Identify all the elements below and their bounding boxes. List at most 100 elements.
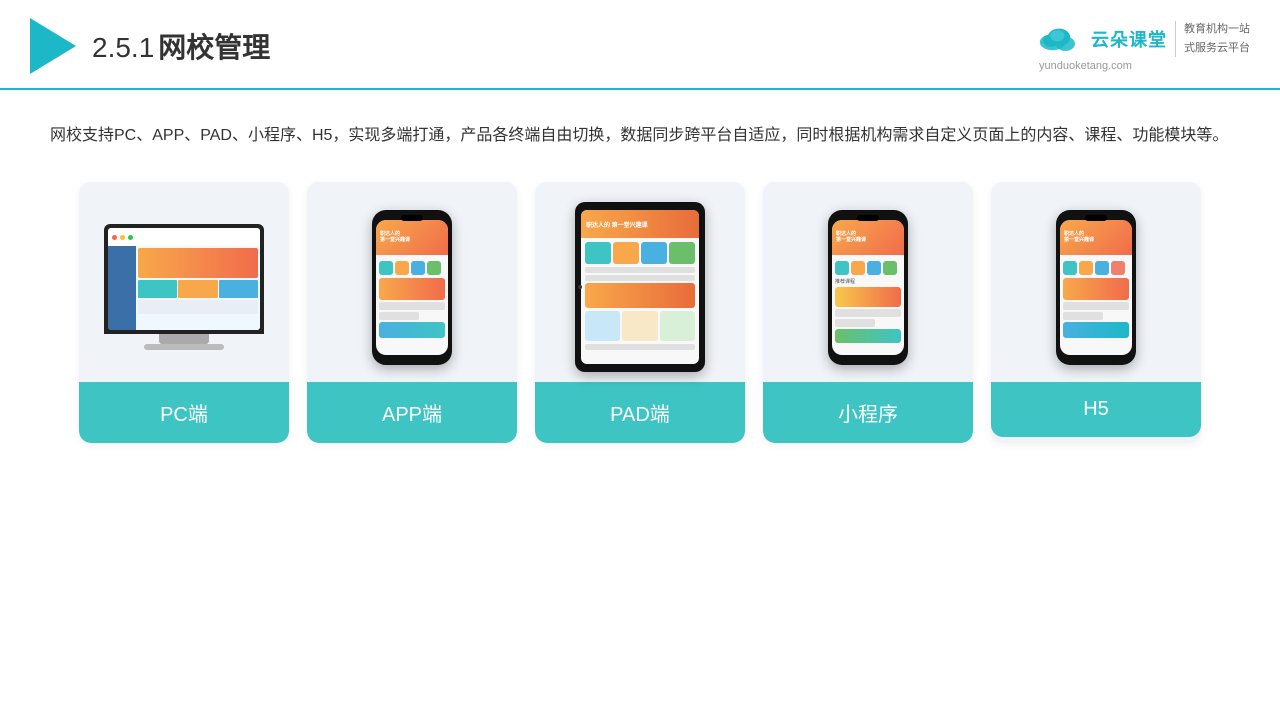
tablet-card-2 — [613, 242, 639, 264]
h5-banner — [1063, 278, 1129, 300]
brand-url: yunduoketang.com — [1035, 60, 1132, 72]
brand-row: 云朵课堂 教育机构一站 式服务云平台 — [1035, 20, 1250, 57]
tablet-mockup: 职达人的 第一堂兴趣课 — [575, 202, 705, 372]
tablet-row-2 — [585, 275, 695, 281]
monitor-screen — [108, 228, 260, 330]
monitor-body — [108, 246, 260, 330]
phone-screen-h5: 职达人的第一堂兴趣课 — [1060, 220, 1132, 355]
phone-icon-2 — [395, 261, 409, 275]
h5-banner-2 — [1063, 322, 1129, 338]
tablet-cards-row-2 — [585, 311, 695, 341]
phone-icon-4 — [427, 261, 441, 275]
phone-icon-h2 — [1079, 261, 1093, 275]
tablet-card-3 — [641, 242, 667, 264]
brand-tagline: 教育机构一站 式服务云平台 — [1184, 20, 1250, 57]
dot-green — [128, 235, 133, 240]
card-h5-label: H5 — [991, 382, 1201, 437]
phone-icon-m4 — [883, 261, 897, 275]
card-pc: PC端 — [79, 182, 289, 443]
phone-mockup-mini: 职达人的第一堂兴趣课 推荐课程 — [828, 210, 908, 365]
tablet-row-1 — [585, 267, 695, 273]
monitor-base — [144, 344, 224, 350]
card-pc-label: PC端 — [79, 382, 289, 443]
tablet-banner — [585, 283, 695, 308]
brand-area: 云朵课堂 教育机构一站 式服务云平台 yunduoketang.com — [1035, 20, 1250, 71]
tablet-camera — [578, 285, 582, 289]
card-pad: 职达人的 第一堂兴趣课 — [535, 182, 745, 443]
phone-body-mini: 职达人的第一堂兴趣课 推荐课程 — [828, 210, 908, 365]
phone-notch-h5 — [1085, 215, 1107, 221]
phone-icon-row-app — [379, 261, 445, 275]
phone-screen-top-app: 职达人的第一堂兴趣课 — [376, 220, 448, 255]
phone-top-text-app: 职达人的第一堂兴趣课 — [380, 231, 410, 243]
brand-name: 云朵课堂 — [1091, 26, 1167, 52]
tablet-card-4 — [669, 242, 695, 264]
page-number: 2.5.1 — [92, 32, 154, 63]
card-miniprogram-label: 小程序 — [763, 382, 973, 443]
mini-row-3 — [835, 329, 901, 343]
mini-banner — [835, 287, 901, 307]
card-pad-label: PAD端 — [535, 382, 745, 443]
header-left: 2.5.1网校管理 — [30, 18, 270, 74]
phone-icon-h1 — [1063, 261, 1077, 275]
brand-divider — [1175, 21, 1176, 57]
card-miniprogram-image: 职达人的第一堂兴趣课 推荐课程 — [763, 182, 973, 382]
phone-top-text-h5: 职达人的第一堂兴趣课 — [1064, 231, 1094, 243]
dot-yellow — [120, 235, 125, 240]
monitor-main — [136, 246, 260, 330]
phone-icon-m1 — [835, 261, 849, 275]
monitor-card-1 — [138, 280, 177, 298]
phone-banner-1 — [379, 278, 445, 300]
phone-body-h5: 职达人的第一堂兴趣课 — [1056, 210, 1136, 365]
phone-icon-3 — [411, 261, 425, 275]
card-app-label: APP端 — [307, 382, 517, 443]
phone-banner-2 — [379, 322, 445, 338]
phone-icon-h4 — [1111, 261, 1125, 275]
monitor-row — [138, 300, 258, 314]
phone-icon-h3 — [1095, 261, 1109, 275]
card-miniprogram: 职达人的第一堂兴趣课 推荐课程 — [763, 182, 973, 443]
dot-red — [112, 235, 117, 240]
monitor-stand — [159, 334, 209, 344]
card-pc-image — [79, 182, 289, 382]
tablet-body: 职达人的 第一堂兴趣课 — [575, 202, 705, 372]
monitor-mockup — [104, 224, 264, 350]
card-h5: 职达人的第一堂兴趣课 — [991, 182, 1201, 443]
card-app: 职达人的第一堂兴趣课 — [307, 182, 517, 443]
phone-row-2 — [379, 312, 419, 320]
tablet-card-1 — [585, 242, 611, 264]
main-content: 网校支持PC、APP、PAD、小程序、H5，实现多端打通，产品各终端自由切换，数… — [0, 90, 1280, 473]
phone-icon-m2 — [851, 261, 865, 275]
monitor-sidebar — [108, 246, 136, 330]
monitor-topbar — [108, 228, 260, 246]
monitor-banner — [138, 248, 258, 278]
tablet-card-6 — [622, 311, 657, 341]
logo-triangle-icon — [30, 18, 76, 74]
tablet-top-text: 职达人的 第一堂兴趣课 — [586, 220, 648, 229]
monitor-screen-wrapper — [104, 224, 264, 334]
phone-icon-1 — [379, 261, 393, 275]
monitor-card-3 — [219, 280, 258, 298]
phone-notch-mini — [857, 215, 879, 221]
card-h5-image: 职达人的第一堂兴趣课 — [991, 182, 1201, 382]
page-header: 2.5.1网校管理 云朵课堂 教育机构一站 式服务云平台 yunduoketan… — [0, 0, 1280, 90]
mini-row-2 — [835, 319, 875, 327]
phone-notch-app — [401, 215, 423, 221]
monitor-card-list — [138, 280, 258, 298]
card-app-image: 职达人的第一堂兴趣课 — [307, 182, 517, 382]
phone-screen-top-h5: 职达人的第一堂兴趣课 — [1060, 220, 1132, 255]
description-text: 网校支持PC、APP、PAD、小程序、H5，实现多端打通，产品各终端自由切换，数… — [50, 120, 1230, 152]
monitor-card-2 — [178, 280, 217, 298]
tablet-card-5 — [585, 311, 620, 341]
phone-icon-m3 — [867, 261, 881, 275]
tablet-screen-top: 职达人的 第一堂兴趣课 — [581, 210, 699, 238]
card-pad-image: 职达人的 第一堂兴趣课 — [535, 182, 745, 382]
phone-icon-row-mini — [835, 261, 901, 275]
phone-mockup-app: 职达人的第一堂兴趣课 — [372, 210, 452, 365]
phone-icon-row-h5 — [1063, 261, 1129, 275]
tablet-body-content — [581, 238, 699, 356]
phone-body-app: 职达人的第一堂兴趣课 — [372, 210, 452, 365]
phone-screen-body-mini: 推荐课程 — [832, 255, 904, 346]
tablet-screen: 职达人的 第一堂兴趣课 — [581, 210, 699, 364]
h5-row-1 — [1063, 302, 1129, 310]
